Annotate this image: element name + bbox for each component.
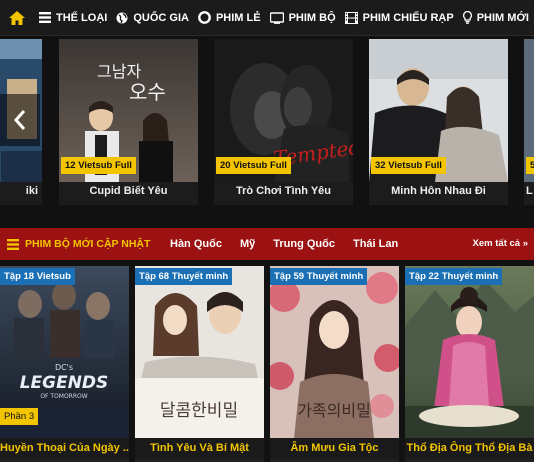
card-poster	[405, 266, 534, 438]
card-poster: 가족의비밀	[270, 266, 399, 438]
nav-genre-label: THỂ LOẠI	[56, 11, 108, 24]
section-title: PHIM BỘ MỚI CẬP NHẬT	[0, 238, 170, 250]
episode-badge: 32 Vietsub Full	[371, 157, 446, 174]
tab-korea[interactable]: Hàn Quốc	[170, 238, 222, 250]
lifebuoy-icon	[198, 11, 211, 24]
svg-text:오수: 오수	[129, 80, 166, 104]
movie-card[interactable]: 달콤한비밀 Tập 68 Thuyết minh Tình Yêu Và Bí …	[135, 266, 264, 462]
list-icon	[7, 238, 19, 250]
film-icon	[344, 11, 358, 24]
poster-logo: 가족의비밀	[297, 401, 371, 420]
card-title: Âm Mưu Gia Tộc	[290, 442, 379, 454]
episode-badge: 12 Vietsub Full	[61, 157, 136, 174]
list-icon	[39, 12, 51, 23]
episode-badge: Tập 59 Thuyết minh	[270, 268, 368, 285]
nav-country[interactable]: QUỐC GIA	[111, 0, 193, 36]
tab-usa[interactable]: Mỹ	[240, 238, 255, 250]
nav-cinema[interactable]: PHIM CHIẾU RẠP	[340, 0, 458, 36]
slide-title: Trò Chơi Tình Yêu	[235, 185, 331, 197]
poster-logo: 달콤한비밀	[160, 401, 238, 421]
poster-logo: LEGENDS	[20, 373, 109, 393]
movie-card[interactable]: Tập 22 Thuyết minh Thổ Địa Ông Thổ Địa B…	[405, 266, 534, 462]
episode-badge: 5 V	[526, 157, 534, 174]
svg-text:DC's: DC's	[55, 363, 73, 372]
svg-text:그남자: 그남자	[97, 62, 141, 81]
nav-single-movies[interactable]: PHIM LẺ	[193, 0, 265, 36]
chevron-left-icon	[13, 110, 26, 130]
card-poster: 달콤한비밀	[135, 266, 264, 438]
nav-new-movies[interactable]: PHIM MỚI	[458, 0, 533, 36]
section-title-label: PHIM BỘ MỚI CẬP NHẬT	[25, 238, 151, 250]
carousel-slide[interactable]: Tempted 20 Vietsub Full Trò Chơi Tình Yê…	[214, 39, 353, 205]
carousel-slide[interactable]: 32 Vietsub Full Minh Hôn Nhau Đi	[369, 39, 508, 205]
home-button[interactable]	[0, 0, 34, 36]
nav-series-label: PHIM BỘ	[288, 11, 336, 24]
nav-cinema-label: PHIM CHIẾU RẠP	[362, 11, 454, 24]
svg-text:OF TOMORROW: OF TOMORROW	[40, 393, 87, 400]
movie-card[interactable]: DC's LEGENDS OF TOMORROW Tập 18 Vietsub …	[0, 266, 129, 462]
card-title: Tình Yêu Và Bí Mật	[150, 442, 249, 454]
season-badge: Phần 3	[0, 408, 39, 425]
carousel-slide-partial-right[interactable]: 5 V L	[524, 39, 534, 205]
nav-single-movies-label: PHIM LẺ	[215, 11, 261, 24]
slide-title: iki	[25, 185, 38, 197]
carousel-slide[interactable]: 그남자 오수 12 Vietsub Full Cupid Biết Yêu	[59, 39, 198, 205]
lightbulb-icon	[462, 11, 472, 24]
carousel-prev-button[interactable]	[0, 94, 40, 146]
tv-icon	[269, 11, 284, 24]
slide-title: Minh Hôn Nhau Đi	[391, 185, 486, 197]
slide-title: Cupid Biết Yêu	[89, 185, 168, 197]
home-icon	[9, 10, 25, 25]
episode-badge: 20 Vietsub Full	[216, 157, 291, 174]
episode-badge: Tập 22 Thuyết minh	[405, 268, 503, 285]
episode-badge: Tập 18 Vietsub	[0, 268, 75, 285]
nav-genre[interactable]: THỂ LOẠI	[34, 0, 111, 36]
episode-badge: Tập 68 Thuyết minh	[135, 268, 233, 285]
card-title: Thổ Địa Ông Thổ Địa Bà	[406, 442, 533, 454]
featured-carousel: iki 그남자 오수 12 Vietsub Full Cupid Biết Yê…	[0, 36, 534, 208]
slide-title: L	[526, 185, 533, 197]
nav-country-label: QUỐC GIA	[133, 11, 189, 24]
tab-thailand[interactable]: Thái Lan	[353, 238, 398, 250]
see-all-link[interactable]: Xem tất cả »	[473, 238, 528, 249]
top-navigation: THỂ LOẠI QUỐC GIA PHIM LẺ PHIM BỘ PHIM C…	[0, 0, 534, 36]
section-header: PHIM BỘ MỚI CẬP NHẬT Hàn Quốc Mỹ Trung Q…	[0, 228, 534, 260]
globe-icon	[116, 12, 128, 24]
nav-series[interactable]: PHIM BỘ	[265, 0, 340, 36]
card-title: Huyền Thoại Của Ngày ...	[0, 442, 129, 454]
movie-card[interactable]: 가족의비밀 Tập 59 Thuyết minh Âm Mưu Gia Tộc	[270, 266, 399, 462]
nav-new-movies-label: PHIM MỚI	[476, 11, 529, 24]
tab-china[interactable]: Trung Quốc	[273, 238, 335, 250]
